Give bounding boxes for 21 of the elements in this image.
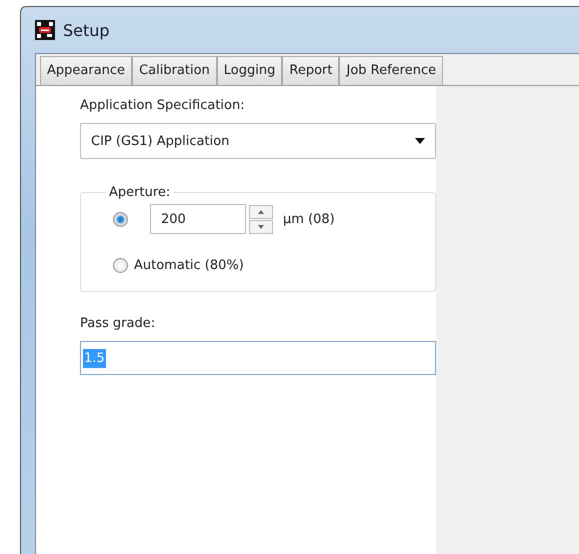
tab[interactable]: Report [282, 56, 340, 85]
unit-label: µm (08) [283, 212, 335, 226]
tab[interactable]: Calibration [132, 56, 217, 85]
up-arrow-icon [258, 210, 264, 214]
down-arrow-icon [258, 224, 264, 228]
application-dropdown[interactable]: CIP (GS1) Application [80, 123, 436, 159]
radio-label: Automatic (80%) [134, 258, 244, 273]
tab[interactable]: Appearance [40, 56, 132, 85]
window-title: Setup [63, 20, 110, 40]
app-icon [35, 20, 55, 40]
spinner[interactable] [249, 204, 273, 234]
field-label: Application Specification: [80, 98, 246, 113]
dropdown-caret-icon [415, 138, 425, 144]
tab[interactable]: Logging [216, 56, 282, 85]
tab[interactable]: Job Reference [339, 56, 444, 85]
selected-text: 1.5 [83, 348, 106, 368]
group-legend: Aperture: [105, 185, 174, 200]
radio-button[interactable] [113, 212, 128, 226]
field-label: Pass grade: [80, 316, 156, 331]
aperture-input[interactable]: 200 [150, 204, 246, 234]
radio-button[interactable] [113, 258, 128, 273]
